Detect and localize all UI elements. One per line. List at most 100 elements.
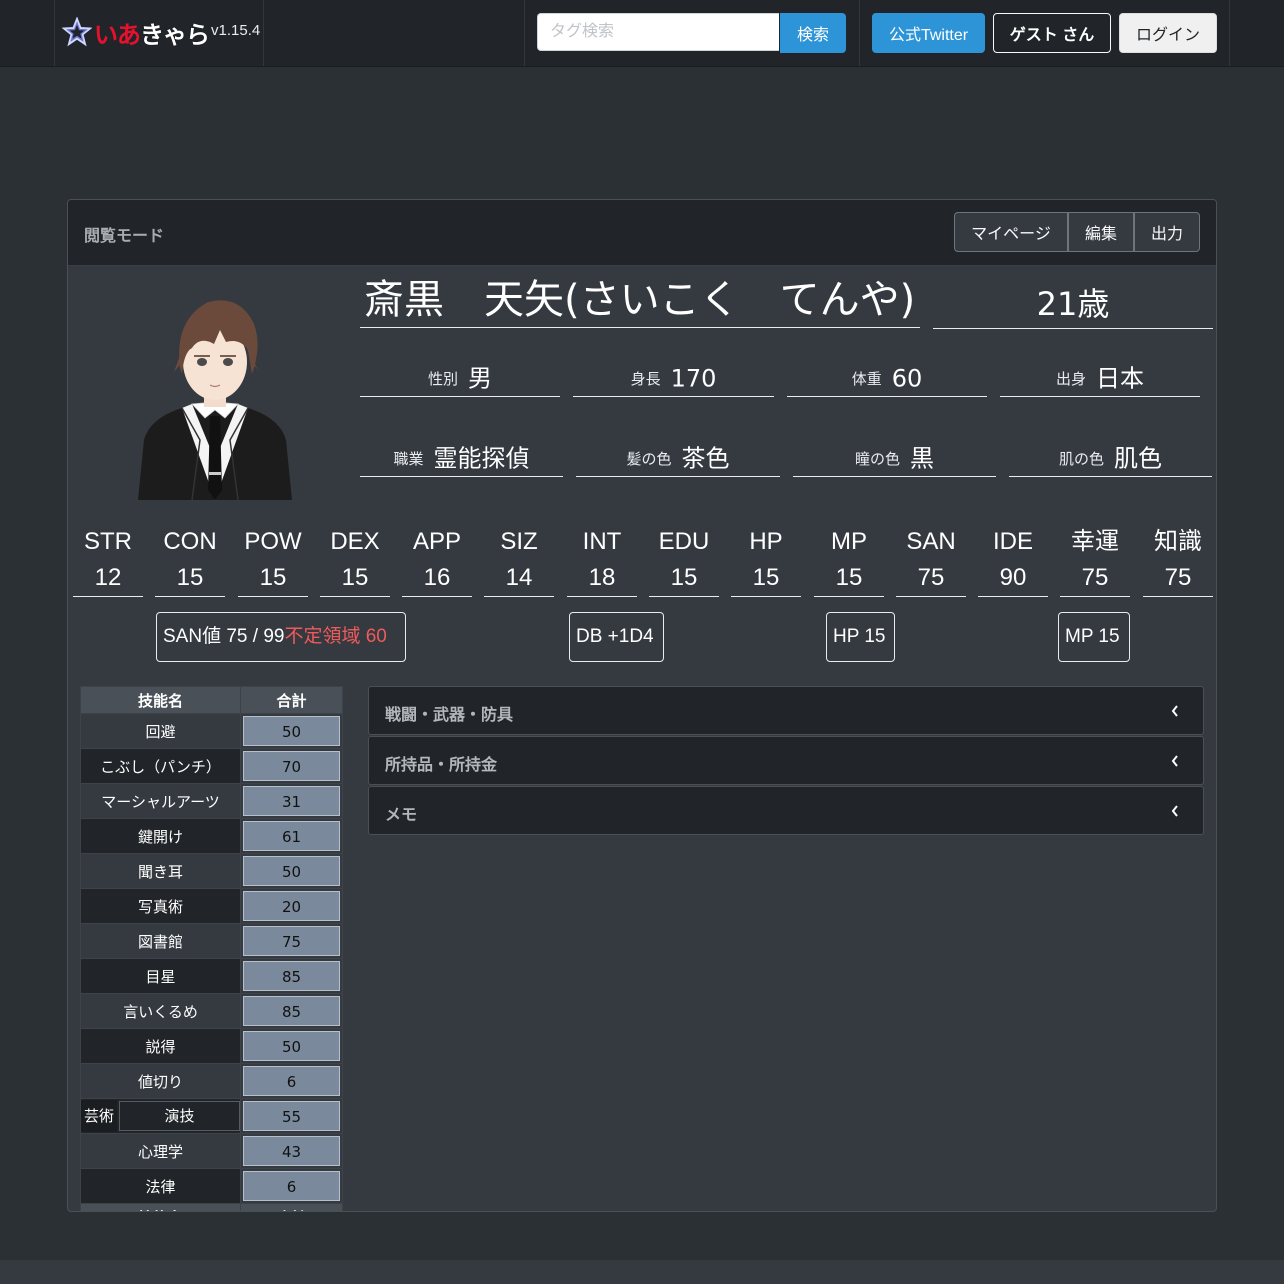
prop-label: 肌の色 xyxy=(1058,449,1104,468)
skill-name-header: 技能名 xyxy=(79,686,242,714)
skill-value-cell: 75 xyxy=(240,923,343,959)
stat-luck: 幸運 75 xyxy=(1060,520,1130,597)
table-row: 芸術 演技 55 xyxy=(79,1098,343,1134)
character-name: 斎黒 天矢(さいこく てんや) xyxy=(360,272,920,328)
accordion-combat[interactable]: 戦闘・武器・防具 xyxy=(368,686,1204,735)
san-badge: SAN値 75 / 99不定領域 60 xyxy=(156,612,406,662)
view-mode-label: 閲覧モード xyxy=(84,228,165,245)
skill-value-cell: 50 xyxy=(240,713,343,749)
official-twitter-button[interactable]: 公式Twitter xyxy=(872,13,985,53)
stat-pow: POW 15 xyxy=(238,520,308,597)
stat-int: INT 18 xyxy=(567,520,637,597)
prop-height: 身長 170 xyxy=(573,360,774,397)
skill-name: 写真術 xyxy=(79,888,242,924)
skill-total-header: 合計 xyxy=(240,1203,343,1211)
stat-san: SAN 75 xyxy=(896,520,966,597)
prop-label: 性別 xyxy=(427,369,458,388)
nav-divider xyxy=(1229,0,1230,66)
stat-value: 16 xyxy=(423,564,451,591)
skill-name: 回避 xyxy=(79,713,242,749)
prop-birthplace: 出身 日本 xyxy=(1000,360,1200,397)
prop-value: 170 xyxy=(670,364,717,393)
table-row: 写真術 20 xyxy=(79,888,343,924)
skill-value: 6 xyxy=(243,1066,340,1096)
chevron-left-icon xyxy=(1171,705,1178,717)
table-row: 説得 50 xyxy=(79,1028,343,1064)
search-button[interactable]: 検索 xyxy=(780,13,846,53)
stat-value: 15 xyxy=(752,564,780,591)
skill-value: 31 xyxy=(243,786,340,816)
stat-value: 15 xyxy=(341,564,369,591)
skill-name: マーシャルアーツ xyxy=(79,783,242,819)
stat-value: 14 xyxy=(505,564,533,591)
prop-value: 日本 xyxy=(1096,364,1144,393)
nav-divider xyxy=(524,0,525,66)
skill-name-header: 技能名 xyxy=(79,1203,242,1211)
mypage-button[interactable]: マイページ xyxy=(954,212,1068,252)
nav-divider xyxy=(54,0,55,66)
stat-name: 幸運 xyxy=(1071,528,1119,555)
stat-name: POW xyxy=(244,528,302,555)
prop-label: 髪の色 xyxy=(626,449,672,468)
stat-value: 90 xyxy=(999,564,1027,591)
skill-name: 鍵開け xyxy=(79,818,242,854)
prop-label: 職業 xyxy=(393,449,424,468)
character-sheet-card: 閲覧モード マイページ 編集 出力 斎黒 天矢(さいこく てんや) 21歳 性別… xyxy=(67,199,1217,1212)
prop-label: 瞳の色 xyxy=(854,449,900,468)
login-button[interactable]: ログイン xyxy=(1119,13,1217,53)
skill-name: 図書館 xyxy=(79,923,242,959)
accordion-belongings[interactable]: 所持品・所持金 xyxy=(368,736,1204,785)
nav-divider xyxy=(859,0,860,66)
skill-table-header: 技能名 合計 xyxy=(79,686,343,714)
prop-label: 身長 xyxy=(630,369,661,388)
stat-str: STR 12 xyxy=(73,520,143,597)
skill-value: 20 xyxy=(243,891,340,921)
skill-name: 値切り xyxy=(79,1063,242,1099)
skill-value-cell: 55 xyxy=(240,1098,343,1134)
accordion-label: メモ xyxy=(385,805,418,824)
tag-search-input[interactable] xyxy=(537,13,779,51)
accordion-memo[interactable]: メモ xyxy=(368,786,1204,835)
stat-hp: HP 15 xyxy=(731,520,801,597)
skill-value-cell: 6 xyxy=(240,1063,343,1099)
art-skill: 芸術 演技 xyxy=(81,1100,241,1132)
star-logo-icon xyxy=(62,17,92,47)
skill-value: 50 xyxy=(243,856,340,886)
skill-name: 聞き耳 xyxy=(79,853,242,889)
chevron-left-icon xyxy=(1171,755,1178,767)
skill-name-cell: 芸術 演技 xyxy=(79,1098,242,1134)
accordion-label: 所持品・所持金 xyxy=(385,755,498,774)
prop-gender: 性別男 xyxy=(360,360,560,397)
stat-name: STR xyxy=(84,528,132,555)
stat-knowledge: 知識 75 xyxy=(1143,520,1213,597)
stat-mp: MP 15 xyxy=(814,520,884,597)
edit-button[interactable]: 編集 xyxy=(1068,212,1134,252)
table-row: マーシャルアーツ 31 xyxy=(79,783,343,819)
export-button[interactable]: 出力 xyxy=(1134,212,1200,252)
skill-table: 技能名 合計 回避 50 こぶし（パンチ） 70 マーシャルアーツ 31 鍵開け 61 … xyxy=(79,686,343,1211)
skill-value: 50 xyxy=(243,1031,340,1061)
db-badge: DB +1D4 xyxy=(569,612,664,662)
prop-skin-color: 肌の色 肌色 xyxy=(1009,440,1212,477)
prop-value: 肌色 xyxy=(1114,444,1162,473)
site-logo[interactable]: いあきゃら xyxy=(62,14,210,50)
guest-user-button[interactable]: ゲスト さん xyxy=(993,13,1111,53)
stat-siz: SIZ 14 xyxy=(484,520,554,597)
logo-text: いあきゃら xyxy=(94,20,210,49)
prop-value: 黒 xyxy=(910,444,934,473)
skill-name: 言いくるめ xyxy=(79,993,242,1029)
san-value: SAN値 75 / 99 xyxy=(163,626,285,647)
table-row: 聞き耳 50 xyxy=(79,853,343,889)
skill-value-cell: 50 xyxy=(240,853,343,889)
stat-value: 18 xyxy=(588,564,616,591)
table-row: 回避 50 xyxy=(79,713,343,749)
prop-eye-color: 瞳の色黒 xyxy=(793,440,996,477)
stat-name: EDU xyxy=(658,528,710,555)
indefinite-insanity-value: 不定領域 60 xyxy=(284,626,387,647)
skill-name: 説得 xyxy=(79,1028,242,1064)
stat-value: 75 xyxy=(1081,564,1109,591)
prop-weight: 体重 60 xyxy=(787,360,987,397)
accordion-label: 戦闘・武器・防具 xyxy=(385,705,514,724)
skill-value-cell: 61 xyxy=(240,818,343,854)
character-age: 21歳 xyxy=(933,280,1213,329)
